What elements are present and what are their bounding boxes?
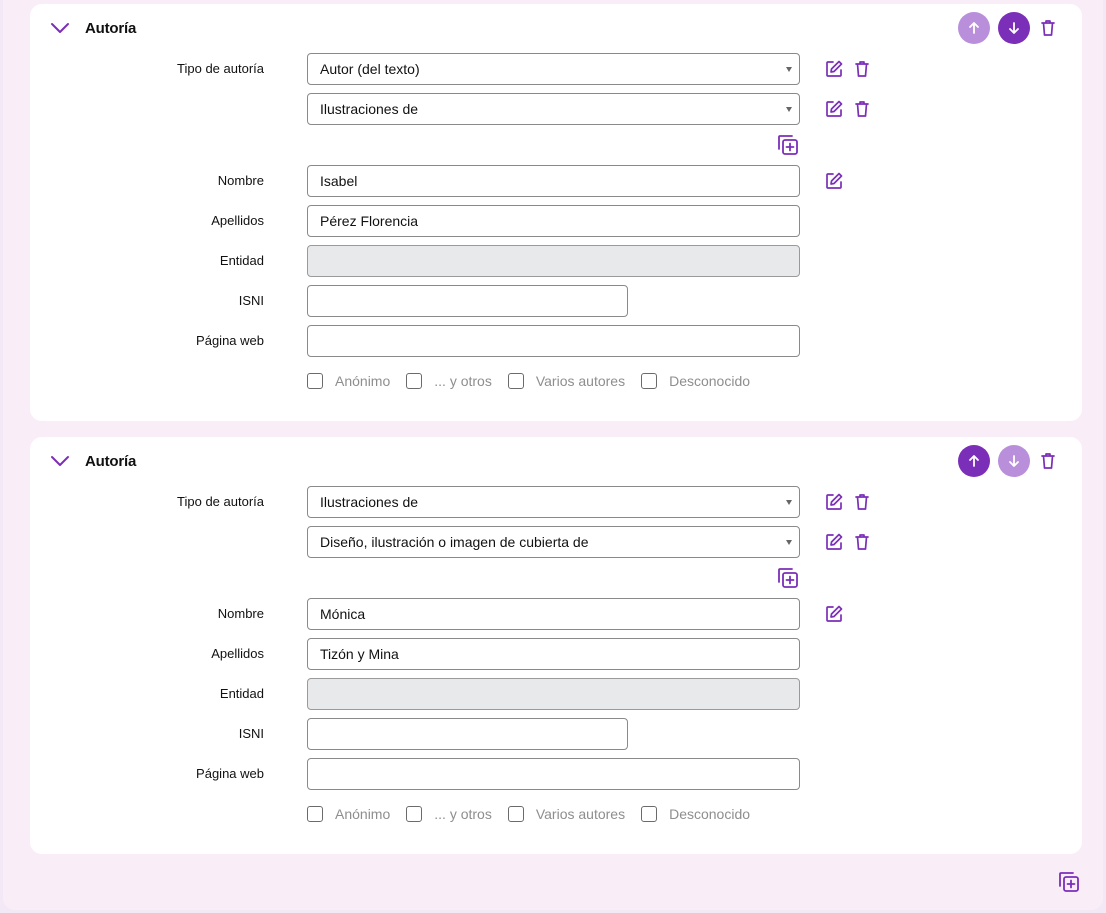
trash-icon[interactable]	[852, 492, 872, 512]
nombre-input[interactable]	[307, 165, 800, 197]
authorship-section: Autoría Tipo de autoría Autor (del texto…	[3, 0, 1103, 910]
checkbox-box[interactable]	[406, 806, 423, 822]
checkbox-y-otros[interactable]: ... y otros	[406, 806, 492, 822]
isni-input[interactable]	[307, 718, 628, 750]
card-title: Autoría	[85, 20, 137, 37]
edit-icon[interactable]	[824, 532, 844, 552]
caret-down-icon	[786, 500, 792, 505]
arrow-down-icon	[1009, 22, 1019, 34]
edit-icon[interactable]	[824, 604, 844, 624]
arrow-up-icon	[969, 22, 979, 34]
apellidos-label: Apellidos	[211, 646, 264, 661]
checkbox-box[interactable]	[307, 373, 323, 389]
trash-icon[interactable]	[852, 532, 872, 552]
chevron-down-icon[interactable]	[50, 21, 70, 35]
web-label: Página web	[196, 333, 264, 348]
nombre-label: Nombre	[217, 173, 264, 188]
checkbox-anonimo[interactable]: Anónimo	[307, 373, 390, 389]
apellidos-input[interactable]	[307, 205, 800, 237]
entidad-input	[307, 245, 800, 277]
apellidos-label: Apellidos	[211, 213, 264, 228]
isni-input[interactable]	[307, 285, 628, 317]
authorship-card-2: Autoría Tipo de autoría Ilustraciones de	[30, 437, 1082, 854]
checkbox-box[interactable]	[641, 806, 658, 822]
chevron-down-icon[interactable]	[50, 454, 70, 468]
entidad-label: Entidad	[219, 253, 264, 268]
card-title: Autoría	[85, 453, 137, 470]
add-authorship-icon[interactable]	[1057, 870, 1081, 894]
trash-icon[interactable]	[1038, 18, 1058, 38]
checkbox-varios-autores[interactable]: Varios autores	[507, 373, 625, 389]
isni-label: ISNI	[238, 293, 264, 308]
trash-icon[interactable]	[852, 99, 872, 119]
add-copy-icon[interactable]	[776, 133, 800, 157]
add-copy-icon[interactable]	[776, 566, 800, 590]
move-up-button[interactable]	[958, 12, 990, 44]
checkbox-anonimo[interactable]: Anónimo	[307, 806, 390, 822]
authorship-flags: Anónimo ... y otros Varios autores Desco…	[307, 806, 766, 822]
nombre-label: Nombre	[217, 606, 264, 621]
move-up-button[interactable]	[958, 445, 990, 477]
checkbox-box[interactable]	[507, 806, 524, 822]
edit-icon[interactable]	[824, 99, 844, 119]
move-down-button[interactable]	[998, 445, 1030, 477]
tipo-select-2[interactable]: Ilustraciones de	[307, 93, 800, 125]
isni-label: ISNI	[238, 726, 264, 741]
arrow-up-icon	[969, 455, 979, 467]
edit-icon[interactable]	[824, 171, 844, 191]
checkbox-box[interactable]	[507, 373, 524, 389]
edit-icon[interactable]	[824, 492, 844, 512]
checkbox-y-otros[interactable]: ... y otros	[406, 373, 492, 389]
checkbox-box[interactable]	[307, 806, 323, 822]
edit-icon[interactable]	[824, 59, 844, 79]
checkbox-desconocido[interactable]: Desconocido	[641, 806, 750, 822]
checkbox-desconocido[interactable]: Desconocido	[641, 373, 750, 389]
entidad-input	[307, 678, 800, 710]
authorship-flags: Anónimo ... y otros Varios autores Desco…	[307, 373, 766, 389]
trash-icon[interactable]	[1038, 451, 1058, 471]
caret-down-icon	[786, 67, 792, 72]
checkbox-box[interactable]	[641, 373, 658, 389]
nombre-input[interactable]	[307, 598, 800, 630]
trash-icon[interactable]	[852, 59, 872, 79]
tipo-select-1[interactable]: Autor (del texto)	[307, 53, 800, 85]
checkbox-varios-autores[interactable]: Varios autores	[507, 806, 625, 822]
entidad-label: Entidad	[219, 686, 264, 701]
web-input[interactable]	[307, 325, 800, 357]
caret-down-icon	[786, 107, 792, 112]
tipo-label: Tipo de autoría	[177, 494, 264, 509]
apellidos-input[interactable]	[307, 638, 800, 670]
move-down-button[interactable]	[998, 12, 1030, 44]
web-input[interactable]	[307, 758, 800, 790]
tipo-label: Tipo de autoría	[177, 61, 264, 76]
caret-down-icon	[786, 540, 792, 545]
tipo-select-2[interactable]: Diseño, ilustración o imagen de cubierta…	[307, 526, 800, 558]
tipo-select-1[interactable]: Ilustraciones de	[307, 486, 800, 518]
arrow-down-icon	[1009, 455, 1019, 467]
checkbox-box[interactable]	[406, 373, 423, 389]
authorship-card-1: Autoría Tipo de autoría Autor (del texto…	[30, 4, 1082, 421]
web-label: Página web	[196, 766, 264, 781]
